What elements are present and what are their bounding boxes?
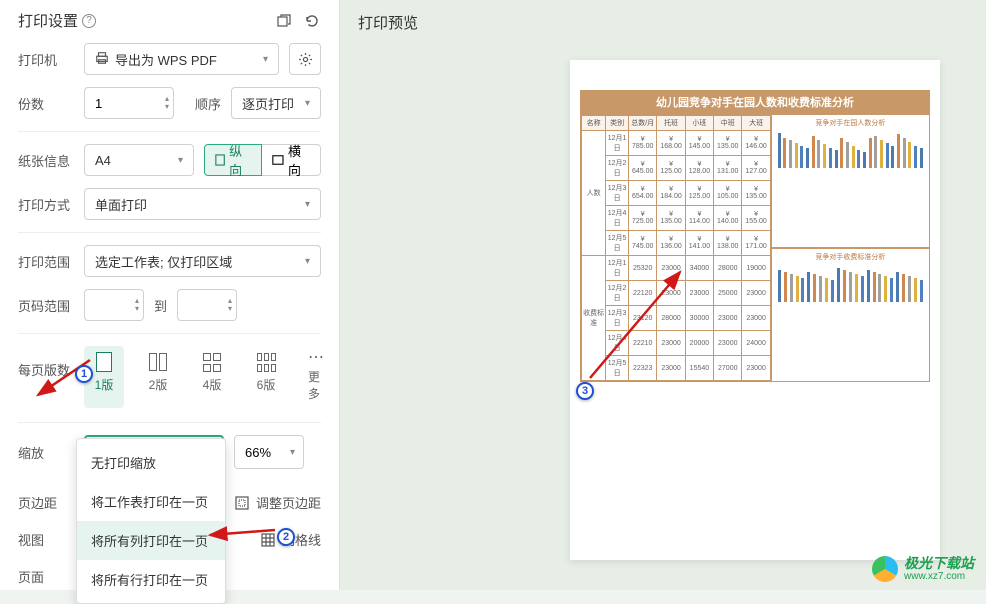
zoom-percent-select[interactable]: 66% ▾ [234, 435, 304, 469]
copies-input[interactable]: 1 ▴▾ [84, 87, 174, 119]
copies-label: 份数 [18, 94, 74, 113]
help-icon[interactable]: ? [82, 14, 96, 28]
restore-icon[interactable] [275, 12, 293, 30]
layout-6-button[interactable]: 6版 [246, 346, 286, 408]
printer-select[interactable]: 导出为 WPS PDF ▾ [84, 43, 279, 75]
zoom-option-sheet[interactable]: 将工作表打印在一页 [77, 482, 225, 521]
chevron-down-icon: ▾ [263, 54, 268, 65]
page-range-label: 页码范围 [18, 296, 74, 315]
chart-fees: 竞争对手收费标准分析 [772, 248, 930, 382]
zoom-label: 缩放 [18, 443, 74, 462]
page-label: 页面 [18, 567, 74, 586]
annotation-marker-3: 3 [576, 382, 594, 400]
paper-label: 纸张信息 [18, 151, 74, 170]
zoom-option-none[interactable]: 无打印缩放 [77, 443, 225, 482]
printer-label: 打印机 [18, 50, 74, 69]
chevron-down-icon: ▾ [305, 256, 310, 267]
preview-title: 打印预览 [340, 0, 986, 45]
printer-settings-button[interactable] [289, 43, 321, 75]
more-icon: ⋯ [308, 352, 324, 364]
preview-page: 幼儿园竞争对手在园人数和收费标准分析 名称类别 总数/月托班 小班中班 大班 人… [570, 60, 940, 560]
print-mode-select[interactable]: 单面打印 ▾ [84, 188, 321, 220]
panel-title: 打印设置 ? [18, 10, 96, 31]
watermark-logo-icon [872, 556, 898, 582]
page-to-input[interactable]: ▴▾ [177, 289, 237, 321]
layout-more-button[interactable]: ⋯ 更多 [300, 346, 332, 408]
zoom-option-rows[interactable]: 将所有行打印在一页 [77, 560, 225, 599]
printer-icon [95, 51, 109, 68]
margins-label: 页边距 [18, 493, 74, 512]
chart-population: 竞争对手在园人数分析 [772, 114, 930, 248]
order-select[interactable]: 逐页打印 ▾ [231, 87, 321, 119]
print-range-label: 打印范围 [18, 252, 74, 271]
landscape-button[interactable]: 横向 [262, 144, 321, 176]
paper-size-select[interactable]: A4 ▾ [84, 144, 194, 176]
chevron-down-icon: ▾ [290, 447, 295, 458]
chevron-down-icon: ▾ [305, 98, 310, 109]
refresh-icon[interactable] [303, 12, 321, 30]
page-to-label: 到 [154, 296, 167, 315]
portrait-button[interactable]: 纵向 [204, 144, 262, 176]
chevron-down-icon: ▾ [305, 199, 310, 210]
adjust-margins-button[interactable]: 调整页边距 [234, 493, 321, 512]
annotation-marker-2: 2 [277, 528, 295, 546]
zoom-dropdown: 无打印缩放 将工作表打印在一页 将所有列打印在一页 将所有行打印在一页 [76, 438, 226, 604]
layout-2-button[interactable]: 2版 [138, 346, 178, 408]
print-mode-label: 打印方式 [18, 195, 74, 214]
zoom-option-cols[interactable]: 将所有列打印在一页 [77, 521, 225, 560]
document-table: 名称类别 总数/月托班 小班中班 大班 人数12月1日¥ 785.00¥ 168… [580, 114, 772, 382]
spinner-down-icon[interactable]: ▾ [165, 103, 169, 111]
page-from-input[interactable]: ▴▾ [84, 289, 144, 321]
chevron-down-icon: ▾ [178, 155, 183, 166]
view-label: 视图 [18, 530, 74, 549]
document-title: 幼儿园竞争对手在园人数和收费标准分析 [580, 90, 930, 114]
watermark: 极光下载站 www.xz7.com [872, 556, 974, 582]
print-range-select[interactable]: 选定工作表; 仅打印区域 ▾ [84, 245, 321, 277]
layout-4-button[interactable]: 4版 [192, 346, 232, 408]
layout-label: 每页版数 [18, 346, 74, 379]
annotation-marker-1: 1 [75, 365, 93, 383]
order-label: 顺序 [195, 94, 221, 113]
